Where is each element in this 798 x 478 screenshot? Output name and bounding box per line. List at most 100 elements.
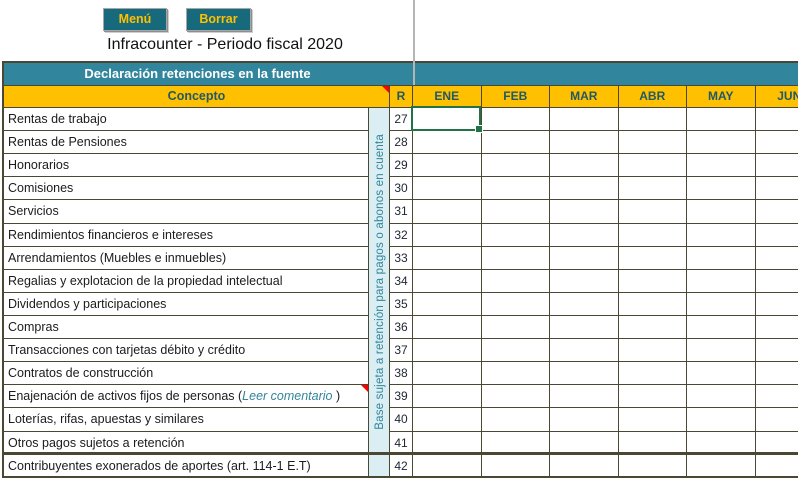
data-cell-may-33[interactable] [687, 247, 756, 270]
data-cell-mar-36[interactable] [550, 316, 619, 339]
data-cell-feb-40[interactable] [482, 408, 551, 431]
data-cell-abr-41[interactable] [619, 432, 688, 455]
data-cell-feb-29[interactable] [482, 154, 551, 177]
data-cell-mar-27[interactable] [550, 108, 619, 131]
data-cell-jun-40[interactable] [756, 408, 798, 431]
concept-cell[interactable]: Servicios [4, 200, 369, 223]
data-cell-may-42[interactable] [687, 455, 756, 478]
data-cell-may-39[interactable] [687, 385, 756, 408]
concept-cell[interactable]: Contribuyentes exonerados de aportes (ar… [4, 455, 369, 478]
data-cell-feb-37[interactable] [482, 339, 551, 362]
data-cell-jun-39[interactable] [756, 385, 798, 408]
data-cell-may-34[interactable] [687, 270, 756, 293]
data-cell-ene-38[interactable] [413, 362, 482, 385]
data-cell-abr-39[interactable] [619, 385, 688, 408]
data-cell-mar-35[interactable] [550, 293, 619, 316]
data-cell-feb-41[interactable] [482, 432, 551, 455]
data-cell-ene-34[interactable] [413, 270, 482, 293]
data-cell-mar-34[interactable] [550, 270, 619, 293]
month-header-ene[interactable]: ENE [413, 86, 482, 109]
r-number-cell[interactable]: 27 [390, 108, 413, 131]
data-cell-ene-29[interactable] [413, 154, 482, 177]
data-cell-jun-31[interactable] [756, 200, 798, 223]
data-cell-may-27[interactable] [687, 108, 756, 131]
data-cell-feb-39[interactable] [482, 385, 551, 408]
data-cell-feb-35[interactable] [482, 293, 551, 316]
concept-cell[interactable]: Transacciones con tarjetas débito y créd… [4, 339, 369, 362]
concept-cell[interactable]: Honorarios [4, 154, 369, 177]
r-number-cell[interactable]: 40 [390, 408, 413, 431]
data-cell-abr-29[interactable] [619, 154, 688, 177]
concept-cell[interactable]: Compras [4, 316, 369, 339]
r-number-cell[interactable]: 28 [390, 131, 413, 154]
concept-cell[interactable]: Contratos de construcción [4, 362, 369, 385]
data-cell-feb-31[interactable] [482, 200, 551, 223]
data-cell-abr-37[interactable] [619, 339, 688, 362]
data-cell-ene-28[interactable] [413, 131, 482, 154]
r-number-cell[interactable]: 29 [390, 154, 413, 177]
data-cell-feb-32[interactable] [482, 224, 551, 247]
data-cell-abr-33[interactable] [619, 247, 688, 270]
data-cell-abr-35[interactable] [619, 293, 688, 316]
r-number-cell[interactable]: 32 [390, 224, 413, 247]
concept-cell[interactable]: Loterías, rifas, apuestas y similares [4, 408, 369, 431]
data-cell-abr-31[interactable] [619, 200, 688, 223]
concept-cell[interactable]: Otros pagos sujetos a retención [4, 432, 369, 455]
data-cell-feb-28[interactable] [482, 131, 551, 154]
data-cell-mar-39[interactable] [550, 385, 619, 408]
borrar-button[interactable]: Borrar [186, 8, 251, 31]
month-header-mar[interactable]: MAR [550, 86, 619, 109]
data-cell-may-41[interactable] [687, 432, 756, 455]
data-cell-abr-40[interactable] [619, 408, 688, 431]
data-cell-may-28[interactable] [687, 131, 756, 154]
data-cell-ene-31[interactable] [413, 200, 482, 223]
sidebar-cell[interactable] [369, 455, 390, 478]
data-cell-ene-41[interactable] [413, 432, 482, 455]
data-cell-jun-32[interactable] [756, 224, 798, 247]
data-cell-ene-35[interactable] [413, 293, 482, 316]
data-cell-feb-38[interactable] [482, 362, 551, 385]
sidebar-cell[interactable] [369, 432, 390, 455]
r-number-cell[interactable]: 30 [390, 177, 413, 200]
r-number-cell[interactable]: 37 [390, 339, 413, 362]
r-number-cell[interactable]: 31 [390, 200, 413, 223]
sidebar-cell[interactable] [369, 316, 390, 339]
sidebar-cell[interactable] [369, 247, 390, 270]
concept-cell[interactable]: Rentas de Pensiones [4, 131, 369, 154]
sidebar-cell[interactable] [369, 293, 390, 316]
data-cell-jun-35[interactable] [756, 293, 798, 316]
sidebar-cell[interactable] [369, 362, 390, 385]
data-cell-feb-36[interactable] [482, 316, 551, 339]
data-cell-abr-30[interactable] [619, 177, 688, 200]
data-cell-mar-31[interactable] [550, 200, 619, 223]
data-cell-ene-42[interactable] [413, 455, 482, 478]
menu-button[interactable]: Menú [103, 8, 167, 31]
r-number-cell[interactable]: 35 [390, 293, 413, 316]
data-cell-jun-36[interactable] [756, 316, 798, 339]
data-cell-feb-34[interactable] [482, 270, 551, 293]
data-cell-may-40[interactable] [687, 408, 756, 431]
sidebar-cell[interactable] [369, 339, 390, 362]
data-cell-abr-27[interactable] [619, 108, 688, 131]
data-cell-jun-41[interactable] [756, 432, 798, 455]
data-cell-feb-33[interactable] [482, 247, 551, 270]
data-cell-ene-37[interactable] [413, 339, 482, 362]
data-cell-abr-28[interactable] [619, 131, 688, 154]
data-cell-abr-32[interactable] [619, 224, 688, 247]
month-header-jun[interactable]: JUN [756, 86, 798, 109]
sidebar-cell[interactable] [369, 131, 390, 154]
sidebar-cell[interactable] [369, 177, 390, 200]
r-number-cell[interactable]: 34 [390, 270, 413, 293]
r-number-cell[interactable]: 33 [390, 247, 413, 270]
sidebar-cell[interactable] [369, 224, 390, 247]
concept-cell[interactable]: Arrendamientos (Muebles e inmuebles) [4, 247, 369, 270]
sidebar-cell[interactable] [369, 108, 390, 131]
data-cell-ene-36[interactable] [413, 316, 482, 339]
active-cell-selection[interactable] [411, 106, 481, 131]
r-number-cell[interactable]: 42 [390, 455, 413, 478]
data-cell-may-38[interactable] [687, 362, 756, 385]
data-cell-mar-38[interactable] [550, 362, 619, 385]
data-cell-jun-28[interactable] [756, 131, 798, 154]
data-cell-ene-30[interactable] [413, 177, 482, 200]
data-cell-mar-28[interactable] [550, 131, 619, 154]
